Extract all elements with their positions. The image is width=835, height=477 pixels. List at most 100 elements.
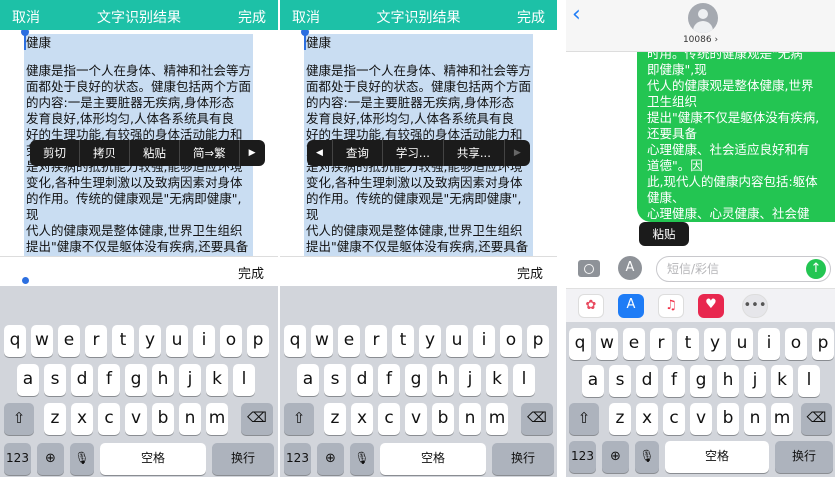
key-v[interactable]: v	[405, 403, 427, 435]
key-s[interactable]: s	[44, 364, 66, 396]
more-apps-icon[interactable]: •••	[742, 294, 768, 318]
key-i[interactable]: i	[193, 325, 215, 357]
key-o[interactable]: o	[785, 328, 807, 360]
key-t[interactable]: t	[392, 325, 414, 357]
key-x[interactable]: x	[71, 403, 93, 435]
shift-icon[interactable]: ⇧	[284, 403, 314, 435]
key-p[interactable]: p	[247, 325, 269, 357]
key-l[interactable]: l	[233, 364, 255, 396]
space-key[interactable]: 空格	[380, 443, 486, 475]
key-n[interactable]: n	[179, 403, 201, 435]
menu-simp-trad[interactable]: 简⇒繁	[180, 140, 240, 166]
space-key[interactable]: 空格	[100, 443, 206, 475]
key-o[interactable]: o	[220, 325, 242, 357]
key-b[interactable]: b	[717, 403, 739, 435]
key-w[interactable]: w	[31, 325, 53, 357]
key-r[interactable]: r	[650, 328, 672, 360]
menu-prev-arrow-icon[interactable]: ◀	[307, 140, 333, 166]
menu-paste[interactable]: 粘贴	[130, 140, 180, 166]
key-r[interactable]: r	[365, 325, 387, 357]
key-l[interactable]: l	[513, 364, 535, 396]
key-v[interactable]: v	[690, 403, 712, 435]
shift-icon[interactable]: ⇧	[569, 403, 599, 435]
key-j[interactable]: j	[459, 364, 481, 396]
key-b[interactable]: b	[152, 403, 174, 435]
camera-icon[interactable]	[578, 260, 600, 277]
key-a[interactable]: a	[17, 364, 39, 396]
key-j[interactable]: j	[179, 364, 201, 396]
contact-name[interactable]: 10086 ›	[566, 35, 835, 45]
key-j[interactable]: j	[744, 365, 766, 397]
key-123[interactable]: 123	[284, 443, 311, 475]
key-k[interactable]: k	[771, 365, 793, 397]
key-i[interactable]: i	[758, 328, 780, 360]
message-bubble[interactable]: 时用。传统的健康观是"无病 即健康",现 代人的健康观是整体健康,世界 卫生组织…	[637, 52, 835, 222]
key-y[interactable]: y	[704, 328, 726, 360]
key-s[interactable]: s	[609, 365, 631, 397]
photos-app-icon[interactable]: ✿	[578, 294, 604, 318]
back-chevron-icon[interactable]: ‹	[572, 2, 581, 27]
key-123[interactable]: 123	[4, 443, 31, 475]
keyboard-done-button[interactable]: 完成	[238, 263, 264, 282]
key-c[interactable]: c	[98, 403, 120, 435]
keyboard-done-button[interactable]: 完成	[517, 263, 543, 282]
key-c[interactable]: c	[378, 403, 400, 435]
key-x[interactable]: x	[351, 403, 373, 435]
shift-icon[interactable]: ⇧	[4, 403, 34, 435]
key-e[interactable]: e	[58, 325, 80, 357]
key-r[interactable]: r	[85, 325, 107, 357]
globe-icon[interactable]: ⊕	[37, 443, 64, 475]
key-g[interactable]: g	[405, 364, 427, 396]
key-m[interactable]: m	[206, 403, 228, 435]
key-x[interactable]: x	[636, 403, 658, 435]
key-w[interactable]: w	[311, 325, 333, 357]
key-y[interactable]: y	[139, 325, 161, 357]
globe-icon[interactable]: ⊕	[602, 441, 629, 473]
key-u[interactable]: u	[731, 328, 753, 360]
app-store-icon[interactable]: A	[618, 256, 642, 280]
menu-cut[interactable]: 剪切	[30, 140, 80, 166]
menu-next-arrow-icon[interactable]: ▶	[240, 140, 265, 166]
digital-touch-icon[interactable]: ♥	[698, 294, 724, 318]
key-e[interactable]: e	[623, 328, 645, 360]
selection-handle-end[interactable]	[22, 277, 29, 284]
menu-share[interactable]: 共享...	[444, 140, 505, 166]
key-f[interactable]: f	[663, 365, 685, 397]
key-u[interactable]: u	[446, 325, 468, 357]
key-h[interactable]: h	[152, 364, 174, 396]
key-123[interactable]: 123	[569, 441, 596, 473]
key-t[interactable]: t	[112, 325, 134, 357]
key-n[interactable]: n	[744, 403, 766, 435]
key-h[interactable]: h	[717, 365, 739, 397]
key-m[interactable]: m	[771, 403, 793, 435]
key-g[interactable]: g	[690, 365, 712, 397]
key-v[interactable]: v	[125, 403, 147, 435]
key-s[interactable]: s	[324, 364, 346, 396]
key-d[interactable]: d	[351, 364, 373, 396]
backspace-icon[interactable]: ⌫	[521, 403, 553, 435]
key-m[interactable]: m	[486, 403, 508, 435]
menu-learn[interactable]: 学习...	[383, 140, 444, 166]
key-z[interactable]: z	[44, 403, 66, 435]
key-e[interactable]: e	[338, 325, 360, 357]
key-q[interactable]: q	[284, 325, 306, 357]
key-a[interactable]: a	[582, 365, 604, 397]
key-c[interactable]: c	[663, 403, 685, 435]
key-o[interactable]: o	[500, 325, 522, 357]
globe-icon[interactable]: ⊕	[317, 443, 344, 475]
send-arrow-icon[interactable]: ↑	[806, 259, 826, 279]
key-u[interactable]: u	[166, 325, 188, 357]
contact-avatar-icon[interactable]	[688, 3, 718, 33]
key-l[interactable]: l	[798, 365, 820, 397]
message-input[interactable]: 短信/彩信 ↑	[656, 256, 831, 282]
microphone-icon[interactable]: 🎙	[350, 443, 374, 475]
done-button[interactable]: 完成	[517, 7, 545, 27]
microphone-icon[interactable]: 🎙	[70, 443, 94, 475]
key-z[interactable]: z	[609, 403, 631, 435]
key-z[interactable]: z	[324, 403, 346, 435]
key-a[interactable]: a	[297, 364, 319, 396]
return-key[interactable]: 换行	[492, 443, 554, 475]
done-button[interactable]: 完成	[238, 7, 266, 27]
key-d[interactable]: d	[636, 365, 658, 397]
key-p[interactable]: p	[527, 325, 549, 357]
